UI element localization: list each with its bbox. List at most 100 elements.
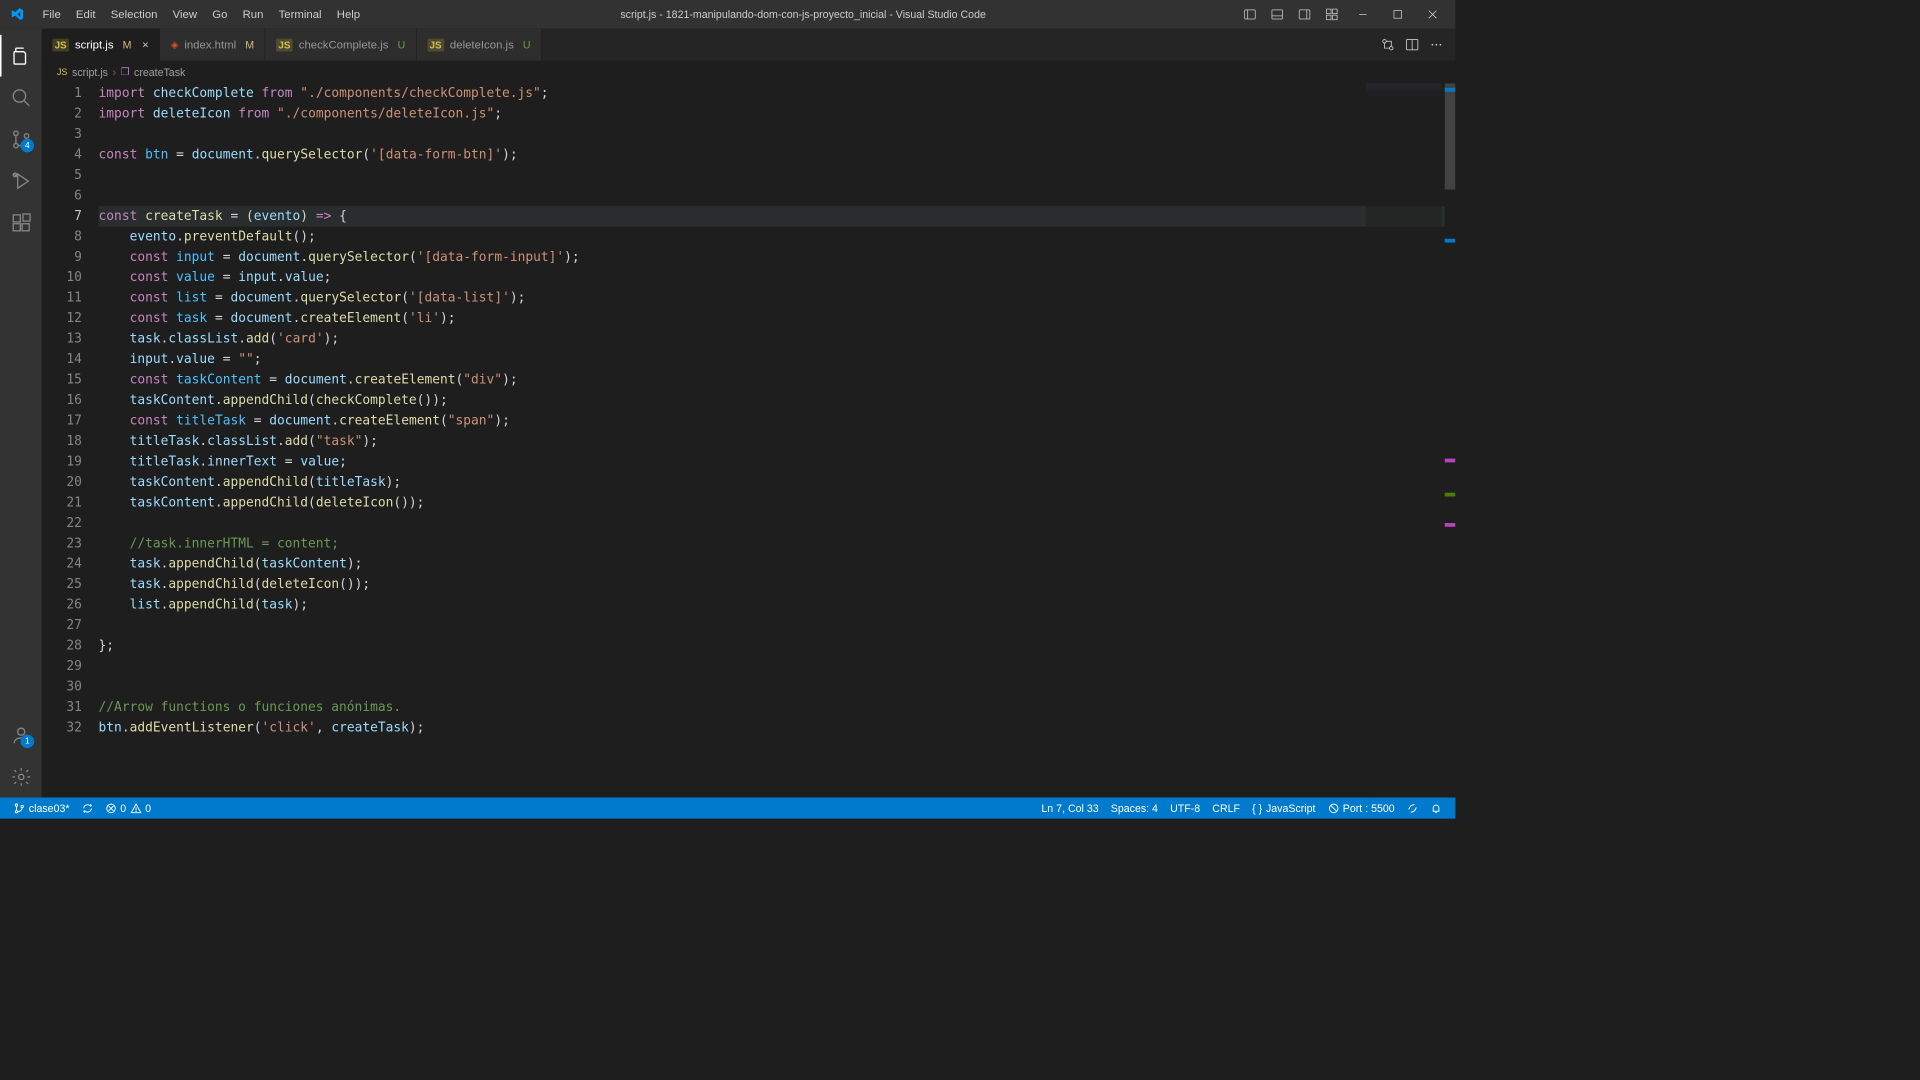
code-line[interactable]: input.value = ""; xyxy=(99,349,1456,369)
code-line[interactable]: const input = document.querySelector('[d… xyxy=(99,247,1456,267)
account-icon[interactable]: 1 xyxy=(0,714,42,756)
code-line[interactable] xyxy=(99,677,1456,697)
code-line[interactable]: titleTask.innerText = value; xyxy=(99,452,1456,472)
debug-icon[interactable] xyxy=(0,160,42,202)
cursor-position[interactable]: Ln 7, Col 33 xyxy=(1035,802,1104,814)
js-file-icon: JS xyxy=(427,38,444,51)
code-line[interactable]: btn.addEventListener('click', createTask… xyxy=(99,718,1456,738)
sync-status[interactable] xyxy=(76,802,99,813)
close-icon[interactable]: × xyxy=(142,38,149,51)
code-line[interactable] xyxy=(99,186,1456,206)
menu-view[interactable]: View xyxy=(165,2,205,27)
settings-gear-icon[interactable] xyxy=(0,756,42,798)
layout-panel-left-icon[interactable] xyxy=(1239,0,1262,29)
close-button[interactable] xyxy=(1417,0,1447,29)
code-line[interactable]: evento.preventDefault(); xyxy=(99,227,1456,247)
git-status-modified: M xyxy=(245,39,254,51)
line-number: 23 xyxy=(42,534,82,554)
code-line[interactable]: }; xyxy=(99,636,1456,656)
menu-run[interactable]: Run xyxy=(235,2,271,27)
line-number: 15 xyxy=(42,370,82,390)
menu-terminal[interactable]: Terminal xyxy=(271,2,329,27)
menu-selection[interactable]: Selection xyxy=(103,2,165,27)
overview-ruler-mark xyxy=(1445,523,1456,527)
titlebar: FileEditSelectionViewGoRunTerminalHelp s… xyxy=(0,0,1455,29)
breadcrumb[interactable]: JS script.js › ❐ createTask xyxy=(42,61,1456,84)
code-line[interactable]: const titleTask = document.createElement… xyxy=(99,411,1456,431)
tab-index-html[interactable]: ◈index.htmlM xyxy=(160,29,265,61)
js-file-icon: JS xyxy=(52,38,69,51)
menu-go[interactable]: Go xyxy=(205,2,235,27)
layout-panel-bottom-icon[interactable] xyxy=(1266,0,1289,29)
layout-grid-icon[interactable] xyxy=(1320,0,1343,29)
code-line[interactable]: const createTask = (evento) => { xyxy=(99,206,1456,226)
code-line[interactable] xyxy=(99,656,1456,676)
line-number: 17 xyxy=(42,411,82,431)
tab-script-js[interactable]: JSscript.jsM× xyxy=(42,29,160,61)
eol-status[interactable]: CRLF xyxy=(1206,802,1246,814)
code-line[interactable]: import checkComplete from "./components/… xyxy=(99,83,1456,103)
compare-changes-icon[interactable] xyxy=(1381,38,1395,52)
code-line[interactable] xyxy=(99,615,1456,635)
code-line[interactable]: task.classList.add('card'); xyxy=(99,329,1456,349)
line-number: 12 xyxy=(42,309,82,329)
menu-edit[interactable]: Edit xyxy=(68,2,103,27)
code-line[interactable]: task.appendChild(taskContent); xyxy=(99,554,1456,574)
split-editor-icon[interactable] xyxy=(1405,38,1419,52)
encoding-status[interactable]: UTF-8 xyxy=(1164,802,1206,814)
minimize-button[interactable] xyxy=(1348,0,1378,29)
problems-status[interactable]: 0 0 xyxy=(99,802,157,814)
code-line[interactable]: list.appendChild(task); xyxy=(99,595,1456,615)
branch-name: clase03* xyxy=(29,802,70,814)
menu-bar: FileEditSelectionViewGoRunTerminalHelp xyxy=(35,2,368,27)
notifications-bell-icon[interactable] xyxy=(1424,802,1447,813)
scrollbar-thumb[interactable] xyxy=(1445,83,1456,189)
code-line[interactable] xyxy=(99,513,1456,533)
search-icon[interactable] xyxy=(0,77,42,119)
extensions-icon[interactable] xyxy=(0,202,42,244)
layout-panel-right-icon[interactable] xyxy=(1293,0,1316,29)
code-content[interactable]: import checkComplete from "./components/… xyxy=(99,83,1456,797)
line-number: 30 xyxy=(42,677,82,697)
code-line[interactable]: const btn = document.querySelector('[dat… xyxy=(99,145,1456,165)
code-line[interactable]: import deleteIcon from "./components/del… xyxy=(99,104,1456,124)
line-number: 16 xyxy=(42,390,82,410)
tab-label: deleteIcon.js xyxy=(450,38,514,51)
menu-help[interactable]: Help xyxy=(329,2,368,27)
tab-checkComplete-js[interactable]: JScheckComplete.jsU xyxy=(265,29,416,61)
code-line[interactable]: const task = document.createElement('li'… xyxy=(99,309,1456,329)
symbol-method-icon: ❐ xyxy=(121,66,130,78)
code-line[interactable]: taskContent.appendChild(titleTask); xyxy=(99,472,1456,492)
js-file-icon: JS xyxy=(57,67,68,78)
code-line[interactable]: titleTask.classList.add("task"); xyxy=(99,431,1456,451)
tab-label: script.js xyxy=(75,38,114,51)
code-line[interactable] xyxy=(99,124,1456,144)
code-line[interactable]: const list = document.querySelector('[da… xyxy=(99,288,1456,308)
remote-indicator[interactable] xyxy=(1401,802,1424,813)
code-line[interactable]: const taskContent = document.createEleme… xyxy=(99,370,1456,390)
more-actions-icon[interactable] xyxy=(1430,38,1444,52)
code-line[interactable]: //task.innerHTML = content; xyxy=(99,534,1456,554)
line-number: 6 xyxy=(42,186,82,206)
minimap[interactable] xyxy=(1366,83,1442,797)
explorer-icon[interactable] xyxy=(0,35,42,77)
code-line[interactable]: task.appendChild(deleteIcon()); xyxy=(99,575,1456,595)
maximize-button[interactable] xyxy=(1383,0,1413,29)
code-line[interactable]: taskContent.appendChild(deleteIcon()); xyxy=(99,493,1456,513)
code-line[interactable]: const value = input.value; xyxy=(99,268,1456,288)
indentation-status[interactable]: Spaces: 4 xyxy=(1105,802,1164,814)
code-line[interactable] xyxy=(99,165,1456,185)
js-file-icon: JS xyxy=(276,38,293,51)
live-server-status[interactable]: Port : 5500 xyxy=(1322,802,1401,814)
menu-file[interactable]: File xyxy=(35,2,68,27)
tab-label: checkComplete.js xyxy=(299,38,389,51)
line-number: 26 xyxy=(42,595,82,615)
source-control-icon[interactable]: 4 xyxy=(0,118,42,160)
editor[interactable]: 1234567891011121314151617181920212223242… xyxy=(42,83,1456,797)
vertical-scrollbar[interactable] xyxy=(1445,83,1456,797)
code-line[interactable]: //Arrow functions o funciones anónimas. xyxy=(99,697,1456,717)
code-line[interactable]: taskContent.appendChild(checkComplete())… xyxy=(99,390,1456,410)
git-branch-status[interactable]: clase03* xyxy=(8,802,76,814)
language-mode[interactable]: { } JavaScript xyxy=(1246,802,1322,814)
tab-deleteIcon-js[interactable]: JSdeleteIcon.jsU xyxy=(417,29,542,61)
